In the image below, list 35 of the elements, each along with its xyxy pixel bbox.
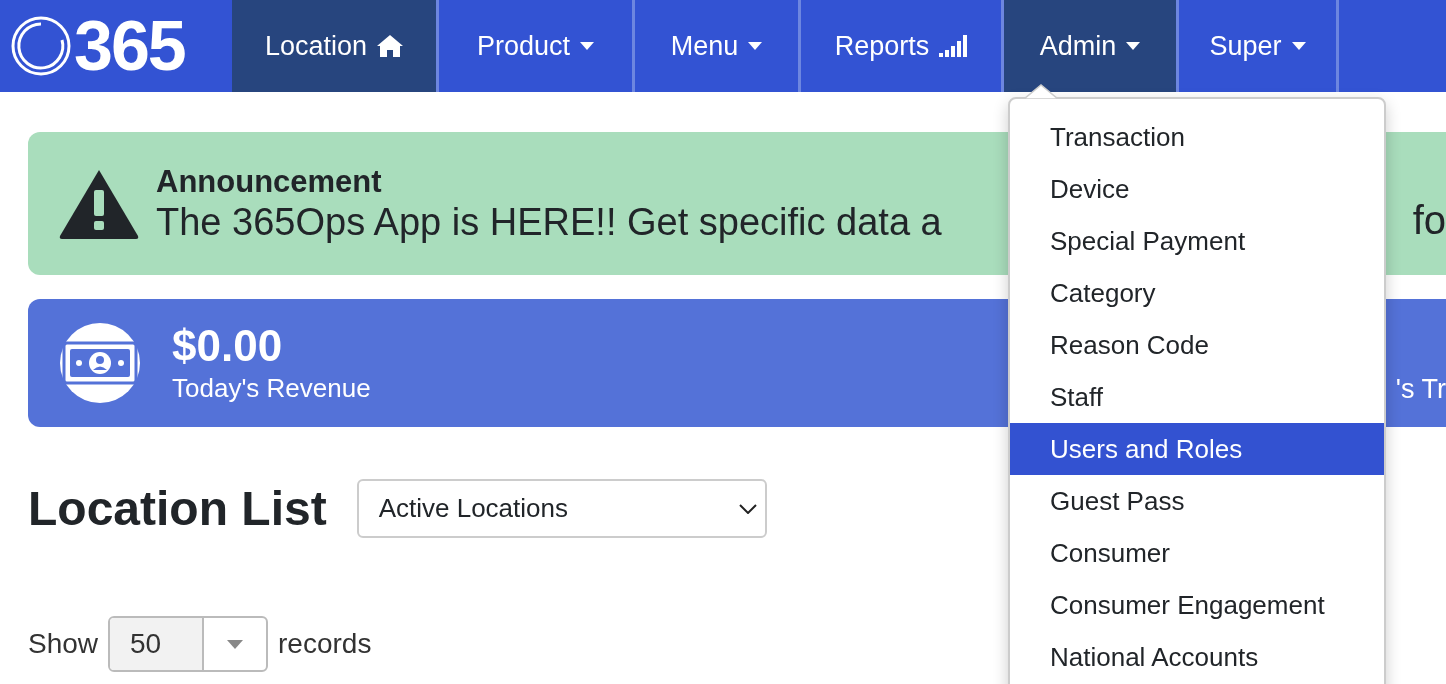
- location-filter-select[interactable]: Active Locations: [356, 479, 767, 538]
- menu-item[interactable]: Consumer Engagement: [1010, 579, 1384, 631]
- ring-logo-icon: [10, 15, 72, 77]
- menu-item[interactable]: Users and Roles: [1010, 423, 1384, 475]
- caret-icon: [580, 42, 595, 50]
- records-per-page-select[interactable]: 50: [108, 616, 269, 672]
- chevron-down-icon: [738, 503, 757, 514]
- revenue-amount: $0.00: [172, 321, 283, 371]
- signal-bars-icon: [939, 35, 968, 57]
- menu-item[interactable]: Transaction: [1010, 111, 1384, 163]
- revenue-label: Today's Revenue: [172, 372, 371, 405]
- menu-item[interactable]: National Accounts: [1010, 631, 1384, 683]
- home-icon: [377, 35, 404, 57]
- revenue-label: 's Tr: [1395, 374, 1446, 406]
- menu-item[interactable]: Staff: [1010, 371, 1384, 423]
- announcement-text: fo: [1412, 198, 1446, 244]
- menu-item[interactable]: Special Payment: [1010, 215, 1384, 267]
- cash-icon: [60, 323, 140, 403]
- announcement-title: Announcement: [156, 163, 382, 200]
- show-label: Show: [28, 628, 99, 660]
- menu-item[interactable]: Consumer: [1010, 527, 1384, 579]
- records-label: records: [278, 628, 372, 660]
- menu-item[interactable]: Device: [1010, 163, 1384, 215]
- nav-tab[interactable]: Admin: [1004, 0, 1179, 92]
- nav-tab[interactable]: Location: [232, 0, 439, 92]
- announcement-text: The 365Ops App is HERE!! Get specific data a: [156, 199, 942, 244]
- menu-item[interactable]: Reason Code: [1010, 319, 1384, 371]
- caret-icon: [748, 42, 763, 50]
- menu-item[interactable]: Category: [1010, 267, 1384, 319]
- caret-icon: [227, 639, 244, 649]
- caret-icon: [1126, 42, 1141, 50]
- page-title: Location List: [28, 481, 327, 536]
- caret-icon: [1291, 42, 1306, 50]
- logo-text: 365: [74, 6, 185, 86]
- menu-item[interactable]: Guest Pass: [1010, 475, 1384, 527]
